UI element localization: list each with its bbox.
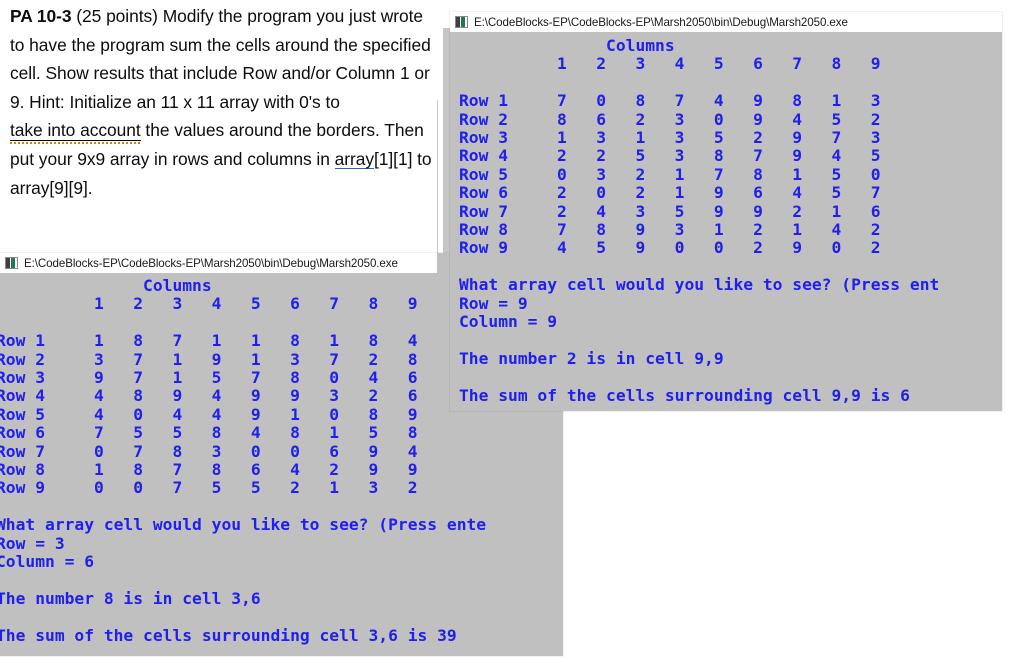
document-right-edge-upper (443, 28, 450, 260)
console-app-icon (5, 257, 18, 269)
assignment-label: PA 10-3 (10, 6, 72, 26)
assignment-body-part-1: (25 points) Modify the program you just … (10, 6, 431, 112)
console-top-output: Columns 1 2 3 4 5 6 7 8 9 Row 1 7 0 8 7 … (459, 36, 940, 405)
console-bottom-titlebar[interactable]: E:\CodeBlocks-EP\CodeBlocks-EP\Marsh2050… (0, 253, 437, 273)
console-top-title: E:\CodeBlocks-EP\CodeBlocks-EP\Marsh2050… (474, 15, 848, 29)
assignment-paragraph: PA 10-3 (25 points) Modify the program y… (10, 2, 434, 202)
grammar-flagged-phrase[interactable]: take into account (10, 121, 141, 145)
console-bottom-text: Columns 1 2 3 4 5 6 7 8 9 Row 1 1 8 7 1 … (0, 276, 487, 645)
console-window-top[interactable]: E:\CodeBlocks-EP\CodeBlocks-EP\Marsh2050… (450, 12, 1002, 411)
console-top-titlebar[interactable]: E:\CodeBlocks-EP\CodeBlocks-EP\Marsh2050… (450, 12, 1002, 32)
console-bottom-title: E:\CodeBlocks-EP\CodeBlocks-EP\Marsh2050… (24, 256, 398, 270)
document-right-edge-lower (437, 100, 438, 255)
console-app-icon (455, 16, 468, 28)
console-top-text: Columns 1 2 3 4 5 6 7 8 9 Row 1 7 0 8 7 … (459, 36, 940, 405)
console-top-body[interactable]: Columns 1 2 3 4 5 6 7 8 9 Row 1 7 0 8 7 … (450, 32, 1002, 411)
spell-flagged-word[interactable]: array (334, 150, 374, 170)
console-bottom-output: Columns 1 2 3 4 5 6 7 8 9 Row 1 1 8 7 1 … (0, 276, 487, 645)
